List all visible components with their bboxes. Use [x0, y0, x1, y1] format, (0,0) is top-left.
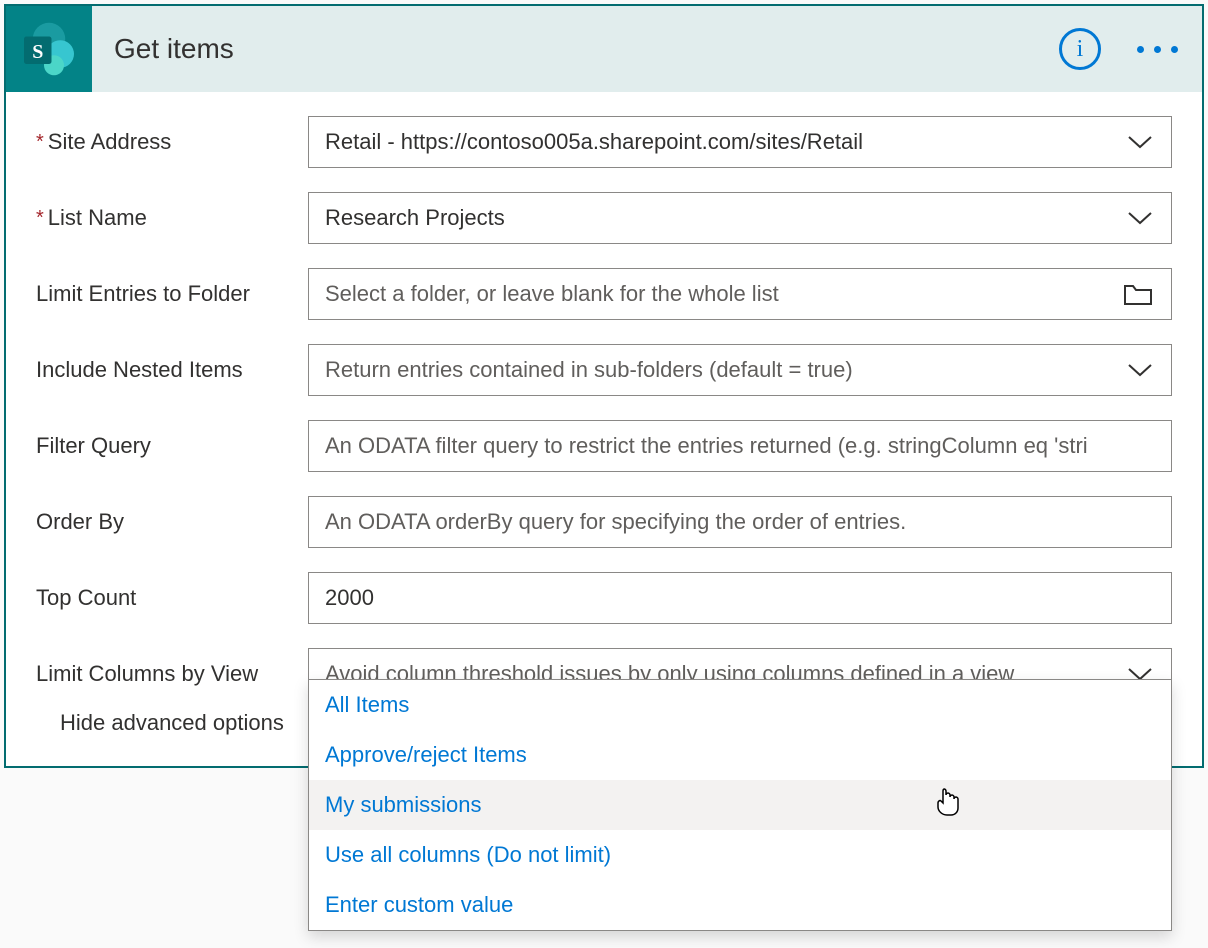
top-count-field[interactable] — [325, 585, 1155, 611]
order-by-input[interactable]: An ODATA orderBy query for specifying th… — [308, 496, 1172, 548]
row-list-name: * List Name Research Projects — [36, 192, 1172, 244]
site-address-dropdown[interactable]: Retail - https://contoso005a.sharepoint.… — [308, 116, 1172, 168]
row-include-nested: Include Nested Items Return entries cont… — [36, 344, 1172, 396]
form-body: * Site Address Retail - https://contoso0… — [6, 92, 1202, 766]
label-site-address: * Site Address — [36, 129, 308, 155]
label-filter-query: Filter Query — [36, 433, 308, 459]
card-title: Get items — [92, 33, 1059, 65]
dropdown-item-approve-reject[interactable]: Approve/reject Items — [309, 730, 1171, 780]
svg-text:S: S — [32, 41, 43, 63]
chevron-down-icon — [1127, 210, 1153, 226]
label-top-count: Top Count — [36, 585, 308, 611]
chevron-down-icon — [1127, 134, 1153, 150]
label-limit-folder: Limit Entries to Folder — [36, 281, 308, 307]
row-top-count: Top Count — [36, 572, 1172, 624]
cursor-hand-icon — [935, 787, 961, 823]
required-asterisk: * — [36, 131, 44, 154]
include-nested-dropdown[interactable]: Return entries contained in sub-folders … — [308, 344, 1172, 396]
card-header: S Get items i — [6, 6, 1202, 92]
dropdown-item-my-submissions[interactable]: My submissions — [309, 780, 1171, 830]
more-options-icon[interactable] — [1137, 46, 1178, 53]
top-count-input[interactable] — [308, 572, 1172, 624]
dropdown-item-all-items[interactable]: All Items — [309, 680, 1171, 730]
folder-picker-icon[interactable] — [1123, 282, 1153, 306]
label-include-nested: Include Nested Items — [36, 357, 308, 383]
dropdown-item-enter-custom[interactable]: Enter custom value — [309, 880, 1171, 930]
label-order-by: Order By — [36, 509, 308, 535]
filter-query-input[interactable]: An ODATA filter query to restrict the en… — [308, 420, 1172, 472]
sharepoint-logo: S — [6, 6, 92, 92]
row-filter-query: Filter Query An ODATA filter query to re… — [36, 420, 1172, 472]
dropdown-item-use-all-columns[interactable]: Use all columns (Do not limit) — [309, 830, 1171, 880]
limit-columns-dropdown-menu: All Items Approve/reject Items My submis… — [308, 679, 1172, 931]
list-name-dropdown[interactable]: Research Projects — [308, 192, 1172, 244]
row-order-by: Order By An ODATA orderBy query for spec… — [36, 496, 1172, 548]
required-asterisk: * — [36, 207, 44, 230]
info-icon[interactable]: i — [1059, 28, 1101, 70]
label-limit-columns: Limit Columns by View — [36, 661, 308, 687]
row-site-address: * Site Address Retail - https://contoso0… — [36, 116, 1172, 168]
row-limit-folder: Limit Entries to Folder Select a folder,… — [36, 268, 1172, 320]
limit-folder-input[interactable]: Select a folder, or leave blank for the … — [308, 268, 1172, 320]
chevron-down-icon — [1127, 362, 1153, 378]
label-list-name: * List Name — [36, 205, 308, 231]
action-card: S Get items i * Site Address Retail - ht… — [4, 4, 1204, 768]
